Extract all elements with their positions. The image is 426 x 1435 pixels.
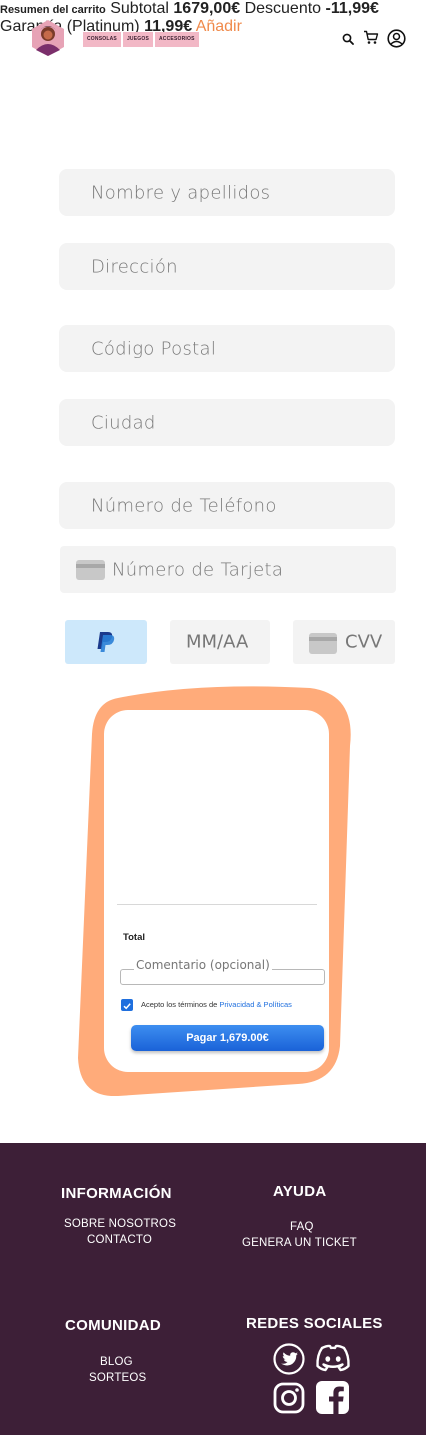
city-field[interactable]: Ciudad: [59, 399, 395, 446]
postal-code-placeholder: Código Postal: [91, 338, 217, 359]
footer-link-ticket[interactable]: GENERA UN TICKET: [242, 1237, 357, 1249]
footer-link-faq[interactable]: FAQ: [290, 1221, 314, 1233]
card-icon: [76, 560, 105, 580]
footer-link-sorteos[interactable]: SORTEOS: [89, 1372, 146, 1384]
footer-social-title: REDES SOCIALES: [246, 1315, 383, 1332]
cart-summary-card: [104, 710, 329, 1072]
nav-juegos[interactable]: JUEGOS: [122, 32, 153, 47]
terms-text: Acepto los términos de Privacidad & Polí…: [141, 1000, 292, 1009]
terms-link[interactable]: Privacidad & Políticas: [219, 1000, 292, 1009]
footer-help-title: AYUDA: [273, 1183, 327, 1200]
address-field[interactable]: Dirección: [59, 243, 395, 290]
paypal-button[interactable]: [65, 620, 147, 664]
postal-code-field[interactable]: Código Postal: [59, 325, 395, 372]
card-number-field[interactable]: Número de Tarjeta: [60, 546, 396, 593]
expiry-placeholder: MM/AA: [186, 631, 249, 653]
comment-placeholder: Comentario (opcional): [134, 958, 272, 972]
user-icon[interactable]: [387, 29, 406, 48]
footer-info-title: INFORMACIÓN: [61, 1185, 172, 1202]
pay-button[interactable]: Pagar 1,679.00€: [131, 1025, 324, 1051]
terms-checkbox[interactable]: [121, 999, 133, 1011]
cart-icon[interactable]: [363, 30, 379, 45]
cvv-field[interactable]: CVV: [293, 620, 395, 664]
footer: INFORMACIÓN SOBRE NOSOTROS CONTACTO AYUD…: [0, 1143, 426, 1435]
name-field[interactable]: Nombre y apellidos: [59, 169, 395, 216]
twitter-icon[interactable]: [273, 1343, 305, 1375]
expiry-field[interactable]: MM/AA: [170, 620, 270, 664]
footer-link-about[interactable]: SOBRE NOSOTROS: [64, 1218, 176, 1230]
cvv-card-icon: [309, 633, 337, 654]
discord-icon[interactable]: [315, 1344, 351, 1372]
main-nav: CONSOLAS JUEGOS ACCESORIOS: [83, 32, 199, 47]
nav-consolas[interactable]: CONSOLAS: [83, 32, 121, 47]
instagram-icon[interactable]: [273, 1382, 305, 1414]
nav-accesorios[interactable]: ACCESORIOS: [154, 32, 199, 47]
name-placeholder: Nombre y apellidos: [91, 182, 271, 203]
phone-placeholder: Número de Teléfono: [91, 495, 277, 516]
logo-avatar-icon[interactable]: [30, 20, 66, 56]
footer-community-title: COMUNIDAD: [65, 1317, 162, 1334]
terms-prefix: Acepto los términos de: [141, 1000, 220, 1009]
paypal-icon: [97, 632, 115, 652]
card-number-placeholder: Número de Tarjeta: [112, 559, 284, 580]
footer-link-contact[interactable]: CONTACTO: [87, 1234, 152, 1246]
summary-divider: [117, 904, 317, 905]
header: CONSOLAS JUEGOS ACCESORIOS: [0, 0, 426, 80]
address-placeholder: Dirección: [91, 256, 178, 277]
footer-link-blog[interactable]: BLOG: [100, 1356, 133, 1368]
phone-field[interactable]: Número de Teléfono: [59, 482, 395, 529]
check-icon: [123, 1003, 131, 1010]
cvv-placeholder: CVV: [345, 631, 383, 653]
city-placeholder: Ciudad: [91, 412, 156, 433]
search-icon[interactable]: [342, 33, 354, 45]
total-label: Total: [123, 932, 145, 943]
facebook-icon[interactable]: [316, 1381, 349, 1414]
